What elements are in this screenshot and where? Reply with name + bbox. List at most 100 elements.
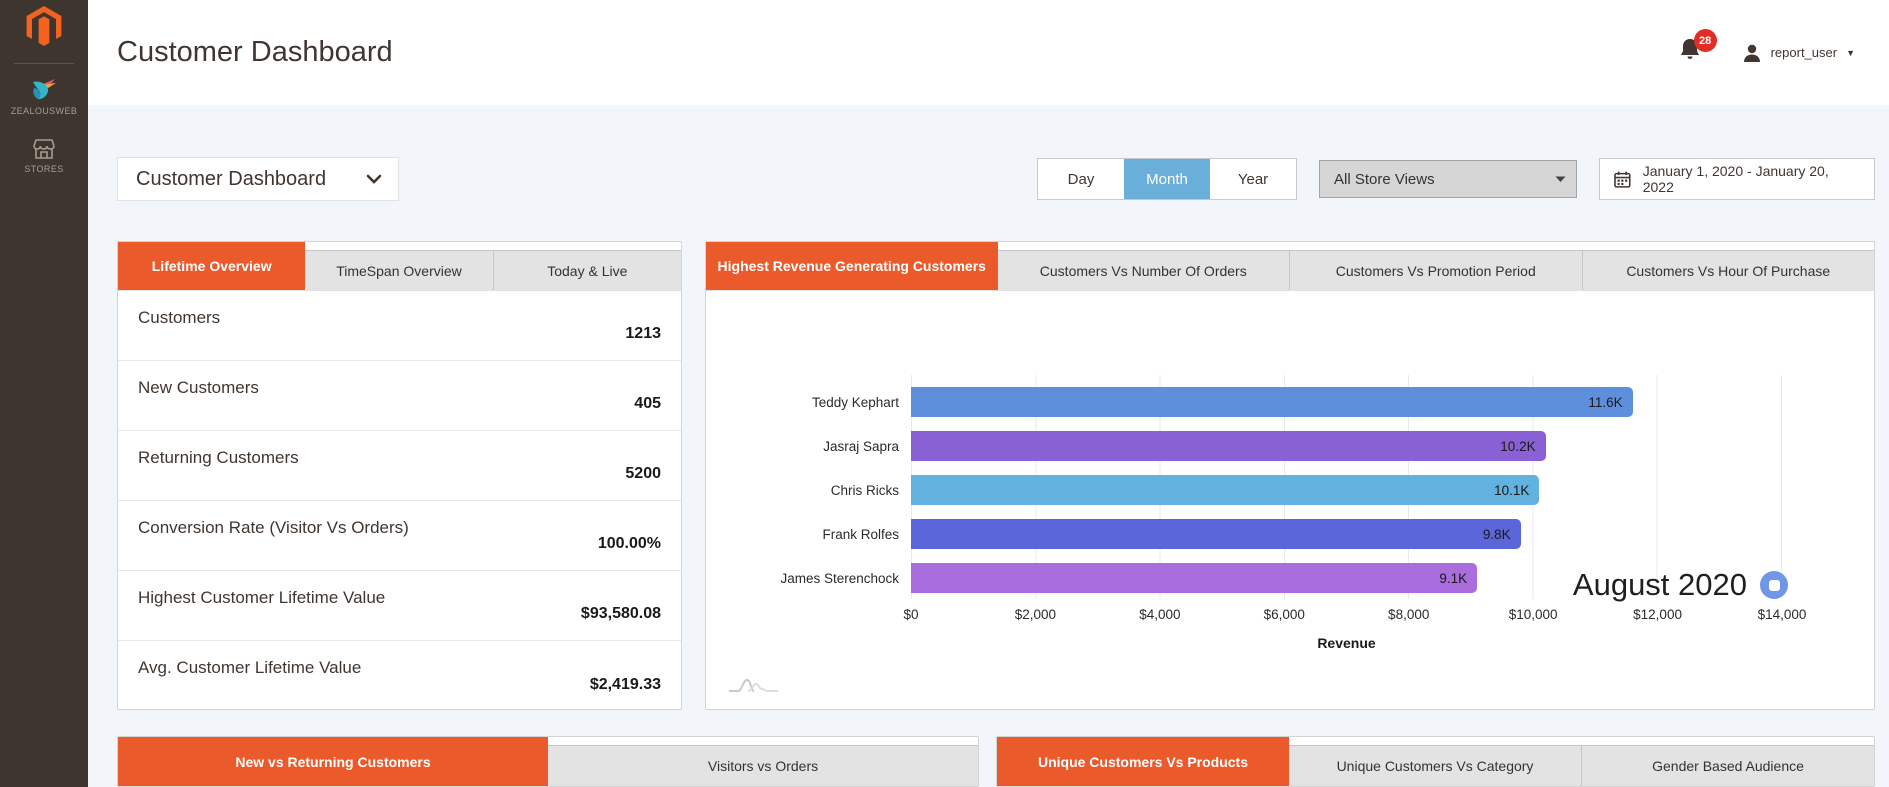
- bar-teddy-kephart[interactable]: 11.6K: [911, 387, 1633, 417]
- sidebar-item-zealousweb[interactable]: ZEALOUSWEB: [11, 76, 78, 116]
- bar-jasraj-sapra[interactable]: 10.2K: [911, 431, 1546, 461]
- metric-label: New Customers: [138, 361, 259, 430]
- dashboard-select[interactable]: Customer Dashboard: [117, 157, 399, 201]
- x-tick: $14,000: [1758, 607, 1807, 622]
- stop-button-icon[interactable]: [1760, 571, 1788, 599]
- panels-row: Lifetime Overview TimeSpan Overview Toda…: [117, 241, 1875, 710]
- metric-label: Highest Customer Lifetime Value: [138, 571, 385, 640]
- table-row: Returning Customers 5200: [118, 431, 681, 501]
- category-label: Teddy Kephart: [706, 395, 899, 410]
- storefront-icon: [31, 138, 57, 160]
- bar-row: Chris Ricks 10.1K: [706, 475, 1782, 505]
- bar-frank-rolfes[interactable]: 9.8K: [911, 519, 1521, 549]
- bar-row: Frank Rolfes 9.8K: [706, 519, 1782, 549]
- notifications-button[interactable]: 28: [1678, 37, 1702, 68]
- zealousweb-bird-icon: [29, 76, 59, 102]
- metric-value: $2,419.33: [590, 676, 661, 711]
- category-label: James Sterenchock: [706, 571, 899, 586]
- bar-chris-ricks[interactable]: 10.1K: [911, 475, 1539, 505]
- tab-unique-customers-category[interactable]: Unique Customers Vs Category: [1289, 745, 1581, 786]
- period-annotation-label: August 2020: [1573, 567, 1747, 603]
- bar-row: Teddy Kephart 11.6K: [706, 387, 1782, 417]
- tab-customers-vs-orders[interactable]: Customers Vs Number Of Orders: [998, 250, 1290, 290]
- tab-visitors-vs-orders[interactable]: Visitors vs Orders: [548, 745, 978, 786]
- metric-value: $93,580.08: [581, 605, 661, 640]
- bar-value-label: 10.2K: [1500, 439, 1535, 454]
- user-menu[interactable]: report_user ▼: [1742, 43, 1855, 63]
- bar-value-label: 9.1K: [1439, 571, 1467, 586]
- content: Customer Dashboard Day Month Year All St…: [88, 105, 1889, 787]
- metric-value: 405: [634, 395, 661, 430]
- chart-tabs: Highest Revenue Generating Customers Cus…: [706, 242, 1874, 291]
- table-row: New Customers 405: [118, 361, 681, 431]
- bottom-right-tabs: Unique Customers Vs Products Unique Cust…: [997, 737, 1874, 786]
- new-vs-returning-card: New vs Returning Customers Visitors vs O…: [117, 736, 979, 787]
- category-label: Jasraj Sapra: [706, 439, 899, 454]
- period-toggle: Day Month Year: [1037, 158, 1297, 200]
- store-view-value: All Store Views: [1334, 171, 1435, 188]
- tab-lifetime-overview[interactable]: Lifetime Overview: [118, 242, 305, 290]
- table-row: Conversion Rate (Visitor Vs Orders) 100.…: [118, 501, 681, 571]
- bar-chart: Teddy Kephart 11.6K Jasraj Sapra: [706, 291, 1874, 711]
- x-axis-ticks: $0 $2,000 $4,000 $6,000 $8,000 $10,000 $…: [911, 607, 1782, 625]
- tab-unique-customers-products[interactable]: Unique Customers Vs Products: [997, 737, 1289, 786]
- bar-track: 10.1K: [911, 475, 1782, 505]
- metric-label: Avg. Customer Lifetime Value: [138, 641, 361, 711]
- sidebar-item-label: ZEALOUSWEB: [11, 106, 78, 116]
- app-window: ZEALOUSWEB STORES Customer Dashboard: [0, 0, 1889, 787]
- main-area: Customer Dashboard 28 report_user ▼: [88, 0, 1889, 787]
- table-row: Customers 1213: [118, 291, 681, 361]
- date-range-picker[interactable]: January 1, 2020 - January 20, 2022: [1599, 158, 1875, 200]
- plot-area: Teddy Kephart 11.6K Jasraj Sapra: [706, 291, 1782, 593]
- tab-highest-revenue-customers[interactable]: Highest Revenue Generating Customers: [706, 242, 998, 290]
- tab-timespan-overview[interactable]: TimeSpan Overview: [305, 250, 492, 290]
- bar-track: 10.2K: [911, 431, 1782, 461]
- table-row: Highest Customer Lifetime Value $93,580.…: [118, 571, 681, 641]
- tab-gender-based-audience[interactable]: Gender Based Audience: [1581, 745, 1874, 786]
- unique-customers-card: Unique Customers Vs Products Unique Cust…: [996, 736, 1875, 787]
- period-year-button[interactable]: Year: [1210, 159, 1296, 199]
- controls-row: Customer Dashboard Day Month Year All St…: [117, 157, 1875, 201]
- overview-card: Lifetime Overview TimeSpan Overview Toda…: [117, 241, 682, 710]
- bar-track: 9.8K: [911, 519, 1782, 549]
- x-axis-title: Revenue: [911, 635, 1782, 651]
- page-title: Customer Dashboard: [117, 36, 393, 69]
- category-label: Frank Rolfes: [706, 527, 899, 542]
- bar-row: Jasraj Sapra 10.2K: [706, 431, 1782, 461]
- amcharts-logo[interactable]: [728, 675, 780, 695]
- chevron-down-icon: [1555, 176, 1566, 183]
- x-tick: $10,000: [1509, 607, 1558, 622]
- x-tick: $0: [903, 607, 918, 622]
- tab-customers-vs-promotion[interactable]: Customers Vs Promotion Period: [1289, 250, 1582, 290]
- bar-value-label: 10.1K: [1494, 483, 1529, 498]
- tab-new-vs-returning[interactable]: New vs Returning Customers: [118, 737, 548, 786]
- chevron-down-icon: ▼: [1846, 48, 1855, 58]
- metric-value: 1213: [625, 325, 661, 360]
- username-label: report_user: [1771, 45, 1837, 60]
- revenue-chart-card: Highest Revenue Generating Customers Cus…: [705, 241, 1875, 710]
- metric-label: Customers: [138, 291, 220, 360]
- x-tick: $12,000: [1633, 607, 1682, 622]
- bar-value-label: 11.6K: [1588, 395, 1622, 410]
- header: Customer Dashboard 28 report_user ▼: [88, 0, 1889, 105]
- period-day-button[interactable]: Day: [1038, 159, 1124, 199]
- date-range-value: January 1, 2020 - January 20, 2022: [1643, 163, 1860, 195]
- store-view-select[interactable]: All Store Views: [1319, 160, 1577, 198]
- metric-label: Returning Customers: [138, 431, 299, 500]
- tab-today-live[interactable]: Today & Live: [493, 250, 681, 290]
- x-tick: $6,000: [1264, 607, 1305, 622]
- tab-customers-vs-hour[interactable]: Customers Vs Hour Of Purchase: [1582, 250, 1875, 290]
- category-label: Chris Ricks: [706, 483, 899, 498]
- notification-count-badge: 28: [1694, 29, 1717, 52]
- magento-logo[interactable]: [26, 6, 62, 51]
- period-month-button[interactable]: Month: [1124, 159, 1210, 199]
- bottom-left-tabs: New vs Returning Customers Visitors vs O…: [118, 737, 978, 786]
- period-annotation: August 2020: [1573, 567, 1788, 603]
- bar-james-sterenchock[interactable]: 9.1K: [911, 563, 1477, 593]
- dashboard-select-value: Customer Dashboard: [136, 168, 326, 191]
- metric-value: 5200: [625, 465, 661, 500]
- sidebar-item-label: STORES: [24, 164, 63, 174]
- sidebar-item-stores[interactable]: STORES: [24, 138, 63, 174]
- sidebar-divider: [14, 63, 74, 64]
- user-icon: [1742, 43, 1762, 63]
